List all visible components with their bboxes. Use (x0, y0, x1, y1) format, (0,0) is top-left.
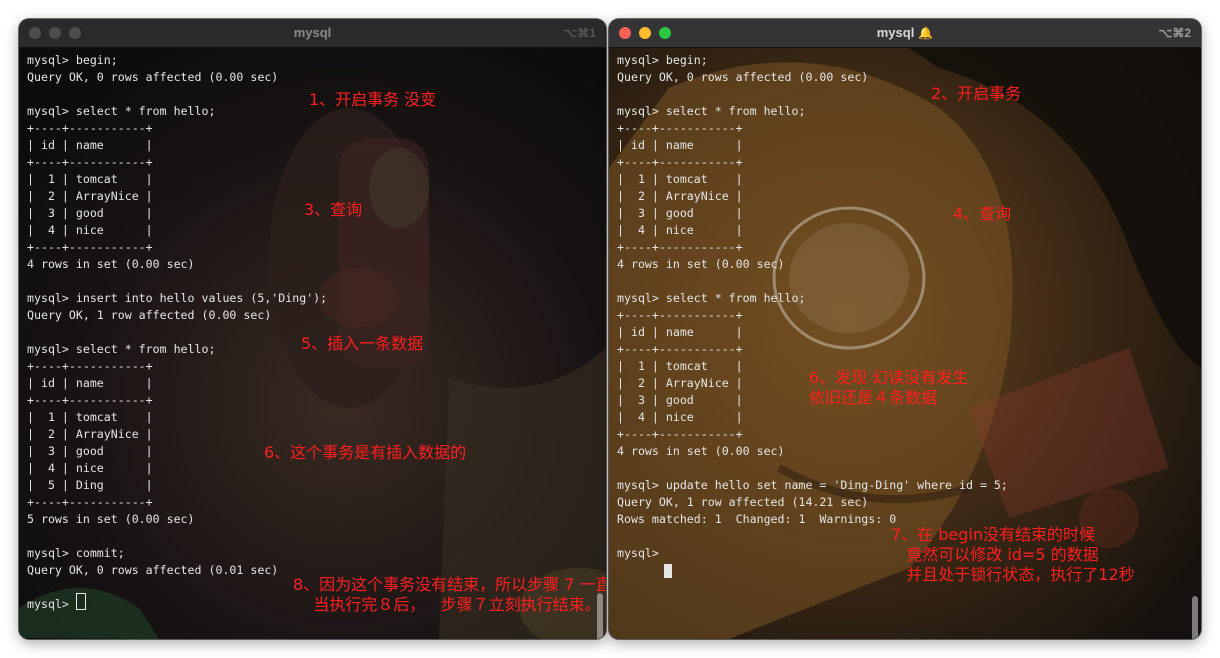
annotation-step2: 2、开启事务 (931, 84, 1022, 103)
window-title-text: mysql (876, 25, 915, 40)
window-shortcut: ⌥⌘2 (1158, 26, 1191, 40)
right-terminal-window[interactable]: mysql 🔔 ⌥⌘2 mysql> begin; Query OK, 0 row… (609, 19, 1201, 639)
scrollbar[interactable] (1192, 596, 1198, 639)
left-titlebar[interactable]: mysql ⌥⌘1 (19, 19, 606, 48)
terminal-output: mysql> begin; Query OK, 0 rows affected … (27, 53, 328, 611)
scrollbar[interactable] (597, 593, 603, 639)
annotation-step8: 8、因为这个事务没有结束，所以步骤 7 一直在等待执行 当执行完８后， 步骤７立… (293, 575, 606, 614)
terminal-output: mysql> begin; Query OK, 0 rows affected … (617, 53, 1008, 560)
window-title: mysql (293, 25, 332, 40)
bell-icon: 🔔 (918, 26, 934, 40)
annotation-step6: 6、发现 幻读没有发生 依旧还是４条数据 (809, 368, 969, 407)
window-title: mysql 🔔 (609, 25, 1201, 40)
annotation-step3: 3、查询 (304, 200, 363, 219)
right-titlebar[interactable]: mysql 🔔 ⌥⌘2 (609, 19, 1201, 48)
left-terminal-window[interactable]: mysql ⌥⌘1 mysql> begin; Query OK, 0 rows… (19, 19, 606, 639)
annotation-step4: 4、查询 (953, 204, 1012, 223)
terminal-cursor (664, 564, 672, 578)
annotation-step7: 7、在 begin没有结束的时候 竟然可以修改 id=5 的数据 并且处于锁行状… (891, 525, 1135, 584)
annotation-step1: 1、开启事务 没变 (309, 90, 437, 109)
annotation-step6: 6、这个事务是有插入数据的 (264, 443, 467, 462)
terminal-content[interactable]: mysql> begin; Query OK, 0 rows affected … (19, 48, 606, 639)
annotation-step5: 5、插入一条数据 (301, 334, 424, 353)
terminal-cursor (76, 593, 86, 610)
terminal-content[interactable]: mysql> begin; Query OK, 0 rows affected … (609, 48, 1201, 639)
window-shortcut: ⌥⌘1 (563, 26, 596, 40)
